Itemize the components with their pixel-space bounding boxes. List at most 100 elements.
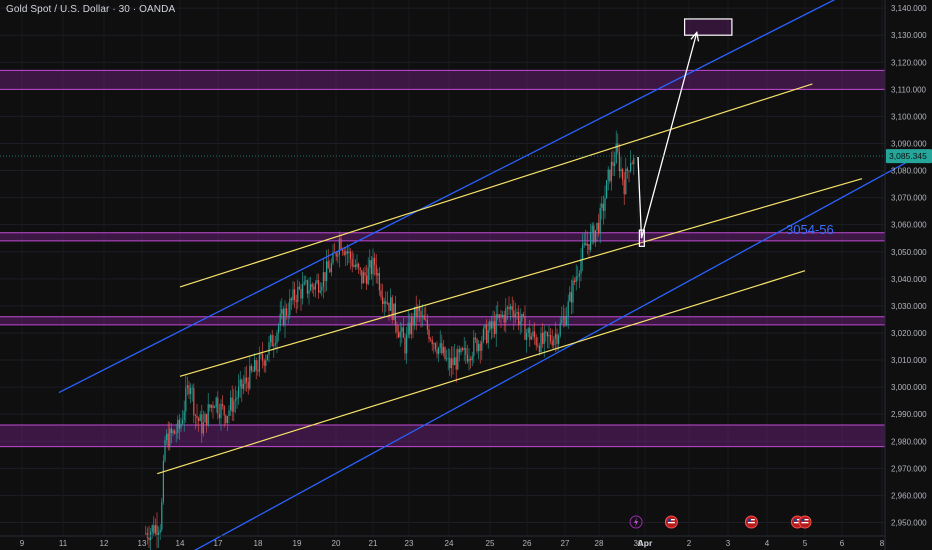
y-tick-label: 2,980.000 (891, 437, 927, 446)
candle-body (178, 419, 180, 429)
candle-body (321, 286, 323, 291)
y-tick-label: 3,090.000 (891, 139, 927, 148)
candle-body (172, 430, 174, 434)
candle-body (366, 275, 368, 285)
x-tick-label: 24 (445, 539, 454, 548)
candle-body (281, 309, 283, 314)
candle-body (588, 244, 590, 250)
candle-body (530, 336, 532, 340)
candle-body (412, 317, 414, 326)
candle-body (223, 406, 225, 416)
candle-body (217, 397, 219, 414)
candle-body (286, 308, 288, 316)
candle-body (462, 348, 464, 350)
candle-body (276, 332, 278, 344)
candle-body (585, 243, 587, 246)
x-tick-label: 9 (20, 539, 25, 548)
candle-body (153, 525, 155, 534)
candle-body (313, 286, 315, 290)
candle-body (343, 251, 345, 255)
candle-body (287, 315, 289, 316)
candle-body (486, 324, 488, 343)
candle-body (505, 308, 507, 323)
candle-body (481, 341, 483, 351)
candle-body (407, 322, 409, 336)
candle-body (508, 307, 510, 310)
candle-body (233, 401, 235, 412)
chart-svg[interactable]: 2,950.000 2,960.000 2,970.000 2,980.000 2,99… (0, 0, 932, 550)
candle-body (617, 143, 619, 152)
candle-body (478, 343, 480, 352)
candle-body (545, 331, 547, 333)
candle-body (378, 273, 380, 291)
y-tick-label: 2,950.000 (891, 518, 927, 527)
candle-body (162, 460, 164, 502)
candle-body (266, 354, 268, 361)
candle-body (399, 331, 401, 338)
x-tick-label: 28 (595, 539, 604, 548)
candle-body (516, 312, 518, 314)
candle-body (428, 329, 430, 340)
candle-body (596, 222, 598, 231)
candle-body (455, 357, 457, 370)
flag-canton (801, 519, 805, 522)
candle-body (385, 301, 387, 304)
candle-body (404, 337, 406, 354)
candle-body (169, 428, 171, 448)
candle-body (417, 307, 419, 318)
candle-body (177, 419, 179, 434)
candle-body (241, 379, 243, 389)
candle-body (290, 298, 292, 301)
candle-body (534, 331, 536, 338)
candle-body (553, 338, 555, 346)
candle-body (202, 422, 204, 434)
candle-body (250, 365, 252, 371)
candle-body (318, 280, 320, 293)
candle-body (193, 388, 195, 416)
candle-body (548, 335, 550, 337)
candle-body (209, 404, 211, 408)
candle-body (631, 163, 633, 165)
candle-body (374, 257, 376, 265)
candle-body (382, 297, 384, 305)
candle-body (578, 273, 580, 277)
candle-body (574, 280, 576, 283)
candle-body (265, 360, 267, 366)
candle-body (468, 358, 470, 362)
candle-body (431, 339, 433, 345)
chart-area[interactable]: Gold Spot / U.S. Dollar · 30 · OANDA 2,9… (0, 0, 932, 550)
candle-body (425, 319, 427, 321)
x-tick-label: 8 (880, 539, 885, 548)
candle-body (271, 335, 273, 347)
candle-body (204, 413, 206, 423)
candle-body (583, 243, 585, 245)
candle-body (591, 225, 593, 233)
candle-body (300, 288, 302, 299)
candle-body (196, 415, 198, 419)
candle-body (513, 310, 515, 318)
candle-body (268, 342, 270, 355)
candle-body (618, 151, 620, 172)
candle-body (188, 385, 190, 395)
candle-body (297, 286, 299, 302)
candle-body (543, 331, 545, 345)
candle-body (316, 280, 318, 284)
candle-body (375, 264, 377, 276)
candle-body (414, 306, 416, 326)
candle-body (354, 264, 356, 268)
zone-fill (0, 70, 885, 90)
candle-body (369, 260, 371, 268)
candle-body (550, 335, 552, 342)
candle-body (447, 357, 449, 359)
candle-body (260, 354, 262, 355)
candle-body (167, 433, 169, 448)
candle-body (590, 232, 592, 250)
candle-body (498, 314, 500, 318)
candle-body (215, 397, 217, 408)
candle-body (450, 358, 452, 369)
candle-body (353, 264, 355, 267)
candle-body (305, 280, 307, 282)
candle-body (198, 418, 200, 421)
candle-body (506, 307, 508, 309)
candle-body (311, 284, 313, 287)
